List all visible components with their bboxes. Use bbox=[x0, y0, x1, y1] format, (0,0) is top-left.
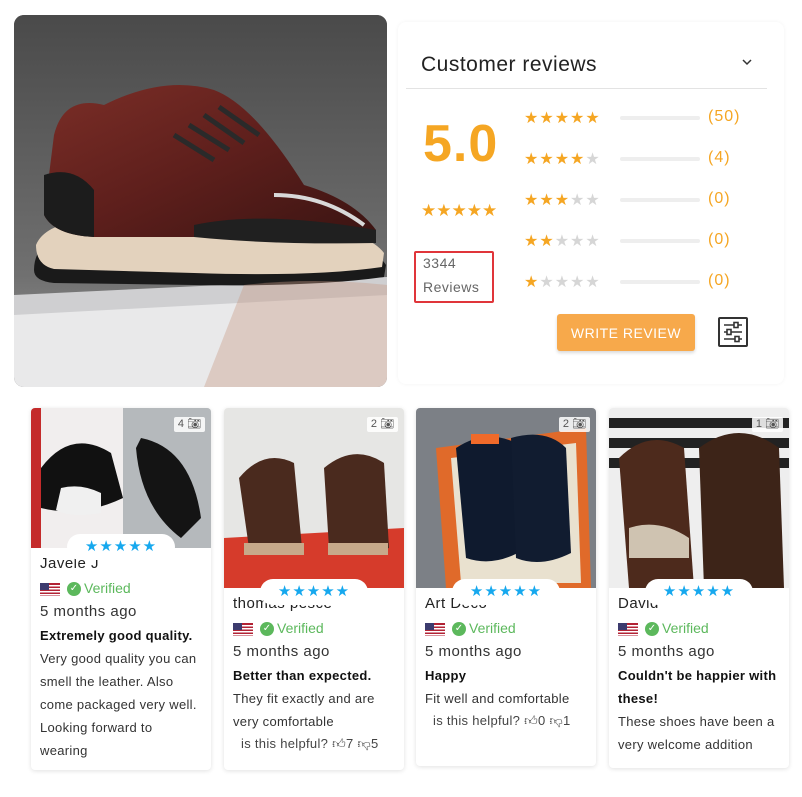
chevron-down-icon[interactable] bbox=[740, 55, 754, 69]
us-flag-icon bbox=[618, 622, 638, 636]
thumbs-up-icon[interactable]: 👍︎ bbox=[332, 733, 346, 755]
rating-row-bar bbox=[620, 157, 700, 161]
photo-count-badge: 2 📷︎ bbox=[366, 417, 398, 432]
rating-row-bar bbox=[620, 198, 700, 202]
rating-row-stars: ★★★★★ bbox=[524, 274, 601, 291]
rating-row-count: (0) bbox=[708, 190, 731, 207]
likes-count: 7 bbox=[346, 736, 354, 751]
review-summary-panel: Customer reviews 5.0 ★★★★★ 3344 Reviews … bbox=[398, 22, 784, 384]
review-card[interactable]: 1 📷︎ ★★★★★ David ✓ Verified 5 months ago Could… bbox=[609, 408, 789, 768]
verified-row: ✓ Verified bbox=[233, 616, 395, 640]
rating-row-count: (50) bbox=[708, 108, 741, 125]
verified-row: ✓ Verified bbox=[40, 576, 202, 600]
review-text: They fit exactly and are very comfortabl… bbox=[233, 691, 375, 729]
verified-check-icon: ✓ bbox=[260, 622, 274, 637]
review-date: 5 months ago bbox=[618, 643, 715, 660]
review-text: Fit well and comfortable bbox=[425, 691, 570, 706]
review-stars: ★★★★★ bbox=[260, 579, 368, 605]
verified-row: ✓ Verified bbox=[618, 616, 780, 640]
camera-icon: 📷︎ bbox=[765, 418, 779, 430]
photo-count-badge: 1 📷︎ bbox=[751, 417, 783, 432]
reviews-count: 3344 bbox=[423, 255, 457, 271]
reviews-total-box: 3344 Reviews bbox=[414, 251, 494, 303]
rating-row-5[interactable]: ★★★★★ (50) bbox=[524, 108, 774, 128]
rating-row-bar bbox=[620, 280, 700, 284]
likes-count: 0 bbox=[538, 713, 546, 728]
review-text: These shoes have been a very welcome add… bbox=[618, 714, 775, 752]
review-title: Better than expected. bbox=[233, 668, 372, 683]
review-card[interactable]: 4 📷︎ ★★★★★ Javele J ✓ Verified 5 months ago Ex… bbox=[31, 408, 211, 770]
rating-row-stars: ★★★★★ bbox=[524, 233, 601, 250]
average-stars: ★★★★★ bbox=[421, 201, 498, 220]
rating-row-3[interactable]: ★★★★★ (0) bbox=[524, 190, 774, 210]
review-photo[interactable]: 2 📷︎ bbox=[416, 408, 596, 588]
verified-label: Verified bbox=[277, 620, 324, 636]
verified-label: Verified bbox=[469, 620, 516, 636]
rating-row-count: (0) bbox=[708, 272, 731, 289]
review-date: 5 months ago bbox=[425, 643, 522, 660]
helpful-row: is this helpful? 👍︎0 👎︎1 bbox=[425, 710, 587, 732]
review-photo[interactable]: 4 📷︎ bbox=[31, 408, 211, 548]
thumbs-up-icon[interactable]: 👍︎ bbox=[524, 710, 538, 732]
verified-check-icon: ✓ bbox=[67, 582, 81, 597]
review-title: Extremely good quality. bbox=[40, 628, 193, 643]
us-flag-icon bbox=[40, 582, 60, 596]
rating-row-stars: ★★★★★ bbox=[524, 192, 601, 209]
rating-row-bar bbox=[620, 116, 700, 120]
review-stars: ★★★★★ bbox=[645, 579, 753, 605]
rating-row-1[interactable]: ★★★★★ (0) bbox=[524, 272, 774, 292]
rating-row-count: (0) bbox=[708, 231, 731, 248]
rating-row-bar bbox=[620, 239, 700, 243]
rating-row-4[interactable]: ★★★★★ (4) bbox=[524, 149, 774, 169]
camera-icon: 📷︎ bbox=[380, 418, 394, 430]
rating-row-2[interactable]: ★★★★★ (0) bbox=[524, 231, 774, 251]
helpful-question: is this helpful? bbox=[241, 736, 329, 751]
helpful-row: is this helpful? 👍︎7 👎︎5 bbox=[233, 733, 395, 755]
review-text: Very good quality you can smell the leat… bbox=[40, 651, 197, 758]
helpful-question: is this helpful? bbox=[433, 713, 521, 728]
filter-icon[interactable] bbox=[718, 317, 748, 347]
product-photo bbox=[14, 15, 387, 387]
review-card[interactable]: 2 📷︎★★★★★thomas pesce✓Verified5 months a… bbox=[224, 408, 404, 770]
divider bbox=[406, 88, 767, 89]
verified-check-icon: ✓ bbox=[645, 622, 659, 637]
reviews-label: Reviews bbox=[423, 279, 480, 295]
average-score: 5.0 bbox=[423, 115, 499, 173]
camera-icon: 📷︎ bbox=[187, 418, 201, 430]
review-card[interactable]: 2 📷︎ ★★★★★ Art Deco ✓ Verified 5 months ago Ha… bbox=[416, 408, 596, 766]
camera-icon: 📷︎ bbox=[572, 418, 586, 430]
review-stars: ★★★★★ bbox=[452, 579, 560, 605]
review-stars: ★★★★★ bbox=[67, 534, 175, 560]
photo-count-badge: 4 📷︎ bbox=[173, 417, 205, 432]
us-flag-icon bbox=[425, 622, 445, 636]
review-title: Couldn't be happier with these! bbox=[618, 668, 777, 706]
us-flag-icon bbox=[233, 622, 253, 636]
photo-count-badge: 2 📷︎ bbox=[558, 417, 590, 432]
panel-title: Customer reviews bbox=[421, 53, 598, 76]
review-photo[interactable]: 2 📷︎ bbox=[224, 408, 404, 588]
rating-row-stars: ★★★★★ bbox=[524, 110, 601, 127]
write-review-button[interactable]: WRITE REVIEW bbox=[557, 314, 695, 351]
thumbs-down-icon[interactable]: 👎︎ bbox=[549, 710, 563, 732]
rating-row-count: (4) bbox=[708, 149, 731, 166]
review-photo[interactable]: 1 📷︎ bbox=[609, 408, 789, 588]
review-title: Happy bbox=[425, 668, 467, 683]
rating-row-stars: ★★★★★ bbox=[524, 151, 601, 168]
verified-check-icon: ✓ bbox=[452, 622, 466, 637]
dislikes-count: 1 bbox=[562, 713, 571, 728]
review-date: 5 months ago bbox=[233, 643, 330, 660]
review-date: 5 months ago bbox=[40, 603, 137, 620]
dislikes-count: 5 bbox=[370, 736, 379, 751]
verified-label: Verified bbox=[84, 580, 131, 596]
verified-row: ✓ Verified bbox=[425, 616, 587, 640]
verified-label: Verified bbox=[662, 620, 709, 636]
thumbs-down-icon[interactable]: 👎︎ bbox=[357, 733, 371, 755]
